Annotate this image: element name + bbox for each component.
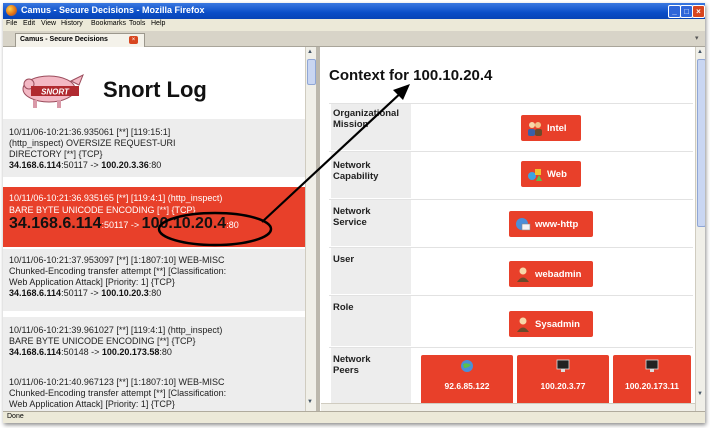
scroll-down-icon[interactable]: ▼ [697, 391, 703, 397]
role-sysadmin-button[interactable]: Sysadmin [509, 311, 593, 337]
peer-button[interactable]: 92.6.85.122 [421, 355, 513, 405]
page-title: Snort Log [103, 77, 207, 102]
user-webadmin-button[interactable]: webadmin [509, 261, 593, 287]
menu-bar: File Edit View History Bookmarks Tools H… [3, 19, 705, 31]
page-content: SNORT Snort Log 10/11/06-10:21:36.935061… [3, 47, 705, 412]
log-address: 34.168.6.114:50117 -> 100.20.3.36:80 [9, 160, 161, 171]
log-line: Chunked-Encoding transfer attempt [**] [… [9, 388, 227, 398]
log-line: 10/11/06-10:21:36.935061 [**] [119:15:1] [9, 127, 171, 137]
capability-web-button[interactable]: Web [521, 161, 581, 187]
src-port: :50117 -> [101, 220, 142, 230]
log-address: 34.168.6.114:50117 -> 100.10.20.3:80 [9, 288, 161, 299]
row-label-service: Network Service [331, 200, 411, 246]
tab-bar: Camus - Secure Decisions × ▾ [3, 31, 705, 47]
row-label-capability: Network Capability [331, 152, 411, 198]
log-line: 10/11/06-10:21:37.953097 [**] [1:1807:10… [9, 255, 225, 265]
peer-button[interactable]: 100.20.173.11 [613, 355, 691, 405]
log-line: BARE BYTE UNICODE ENCODING [**] {TCP} [9, 336, 196, 346]
title-bar[interactable]: Camus - Secure Decisions - Mozilla Firef… [3, 3, 705, 19]
src-port: :50117 -> [61, 288, 102, 298]
row-label-peers: Network Peers [331, 348, 411, 404]
menu-edit[interactable]: Edit [23, 20, 35, 27]
src-ip: 34.168.6.114 [9, 160, 62, 170]
log-line: BARE BYTE UNICODE ENCODING [**] {TCP} [9, 205, 196, 215]
tab-camus[interactable]: Camus - Secure Decisions × [15, 33, 145, 47]
snort-pig-logo: SNORT [22, 73, 84, 108]
log-entry[interactable]: 10/11/06-10:21:40.967123 [**] [1:1807:10… [3, 365, 305, 411]
snort-log-panel: SNORT Snort Log 10/11/06-10:21:36.935061… [3, 47, 305, 411]
row-label-role: Role [331, 296, 411, 346]
mission-intel-button[interactable]: Intel [521, 115, 581, 141]
right-scrollbar[interactable]: ▲ ▼ [695, 47, 705, 411]
dst-ip: 100.20.173.58 [101, 347, 160, 357]
monitor-icon [556, 359, 570, 372]
context-panel: Context for 100.10.20.4 Organizational Mi… [321, 47, 695, 411]
scroll-down-icon[interactable]: ▼ [307, 399, 313, 405]
src-port: :50148 -> [61, 347, 102, 357]
row-label-user: User [331, 248, 411, 294]
dst-port: :80 [148, 288, 162, 298]
user-icon [517, 317, 529, 332]
src-ip: 34.168.6.114 [9, 288, 62, 298]
window-title: Camus - Secure Decisions - Mozilla Firef… [21, 5, 205, 15]
tab-label: Camus - Secure Decisions [20, 36, 108, 43]
scroll-thumb[interactable] [697, 59, 705, 227]
browser-window: Camus - Secure Decisions - Mozilla Firef… [3, 3, 705, 423]
menu-help[interactable]: Help [151, 20, 165, 27]
scroll-up-icon[interactable]: ▲ [697, 49, 703, 55]
dst-ip: 100.10.20.4 [141, 215, 227, 232]
scroll-thumb[interactable] [307, 59, 316, 85]
log-line: DIRECTORY [**] {TCP} [9, 149, 103, 159]
log-line: 10/11/06-10:21:39.961027 [**] [119:4:1] … [9, 325, 223, 335]
log-line: 10/11/06-10:21:36.935165 [**] [119:4:1] … [9, 193, 223, 203]
src-port: :50117 -> [61, 160, 102, 170]
globe-envelope-icon [516, 218, 531, 231]
tab-close-icon[interactable]: × [129, 36, 138, 44]
status-bar: Done [3, 411, 705, 423]
log-entry[interactable]: 10/11/06-10:21:36.935061 [**] [119:15:1]… [3, 119, 305, 177]
row-label-mission: Organizational Mission [331, 104, 411, 150]
left-scrollbar[interactable]: ▲ ▼ [305, 47, 316, 411]
log-line: Chunked-Encoding transfer attempt [**] [… [9, 266, 227, 276]
menu-tools[interactable]: Tools [129, 20, 145, 27]
user-icon [517, 267, 529, 282]
log-entry-selected[interactable]: 10/11/06-10:21:36.935165 [**] [119:4:1] … [3, 187, 305, 247]
menu-bookmarks[interactable]: Bookmarks [91, 20, 126, 27]
dst-ip: 100.10.20.3 [101, 288, 149, 298]
snort-logo-text: SNORT [41, 88, 70, 97]
tab-list-icon[interactable]: ▾ [695, 34, 699, 42]
src-ip: 34.168.6.114 [9, 215, 102, 232]
close-button[interactable]: × [692, 5, 705, 18]
service-www-http-button[interactable]: www-http [509, 211, 593, 237]
log-line: 10/11/06-10:21:40.967123 [**] [1:1807:10… [9, 377, 225, 387]
menu-history[interactable]: History [61, 20, 83, 27]
menu-view[interactable]: View [41, 20, 56, 27]
log-line: (http_inspect) OVERSIZE REQUEST-URI [9, 138, 176, 148]
dst-port: :80 [226, 220, 239, 230]
firefox-icon [6, 5, 17, 16]
dst-port: :80 [148, 160, 162, 170]
globe-icon [461, 360, 473, 372]
dst-ip: 100.20.3.36 [101, 160, 149, 170]
log-line: Web Application Attack] [Priority: 1] {T… [9, 277, 175, 287]
scroll-up-icon[interactable]: ▲ [307, 49, 313, 55]
src-ip: 34.168.6.114 [9, 347, 62, 357]
menu-file[interactable]: File [6, 20, 17, 27]
log-address: 34.168.6.114:50148 -> 100.20.173.58:80 [9, 347, 172, 358]
shapes-icon [528, 169, 542, 181]
context-title: Context for 100.10.20.4 [329, 67, 493, 84]
dst-port: :80 [159, 347, 172, 357]
monitor-icon [645, 359, 659, 372]
log-address: 34.168.6.114:50117 -> 100.10.20.4:80 [9, 216, 239, 232]
peer-button[interactable]: 100.20.3.77 [517, 355, 609, 405]
frame-divider[interactable] [316, 47, 320, 411]
log-entry[interactable]: 10/11/06-10:21:37.953097 [**] [1:1807:10… [3, 249, 305, 311]
people-icon [528, 122, 542, 136]
log-line: Web Application Attack] [Priority: 1] {T… [9, 399, 175, 409]
status-text: Done [7, 413, 24, 420]
